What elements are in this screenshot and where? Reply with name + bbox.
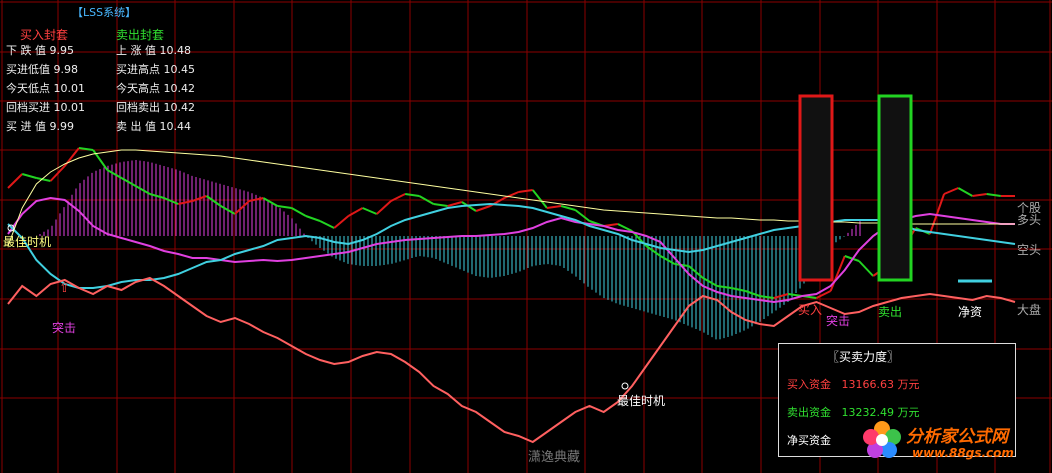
stock-line-segment bbox=[717, 285, 732, 289]
stock-line-segment bbox=[731, 287, 746, 292]
sell-envelope-item: 买进高点 10.45 bbox=[116, 63, 195, 76]
buy-funds-label: 买入资金 bbox=[787, 378, 831, 391]
buy-signal-box bbox=[798, 94, 834, 282]
sell-envelope-item: 上 涨 值 10.48 bbox=[116, 44, 191, 57]
breakout-left-label: 突击 bbox=[52, 320, 76, 335]
stock-line-segment bbox=[376, 200, 392, 215]
stock-line-segment bbox=[205, 195, 222, 207]
stock-line-segment bbox=[234, 200, 250, 215]
panel-row: 回档买进 10.01 回档卖出 10.42 bbox=[6, 99, 195, 118]
sell-envelope-item: 回档卖出 10.42 bbox=[116, 101, 195, 114]
best-time-left-label: 最佳时机 bbox=[3, 235, 51, 249]
buy-in-label: 买入 bbox=[798, 303, 822, 317]
up-arrow-icon: ⇧ bbox=[59, 281, 70, 296]
stock-line-segment bbox=[7, 173, 23, 189]
buy-funds-value: 13166.63 bbox=[841, 378, 895, 391]
stock-line-segment bbox=[262, 197, 278, 207]
buy-envelope-item: 买进低值 9.98 bbox=[6, 63, 78, 76]
stock-line-segment bbox=[957, 187, 973, 197]
best-time-mid-label: 最佳时机 bbox=[617, 394, 665, 408]
stock-line-segment bbox=[21, 173, 37, 179]
stock-line-segment bbox=[531, 189, 548, 209]
sell-funds-label: 卖出资金 bbox=[787, 406, 831, 419]
stock-line-segment bbox=[277, 205, 292, 209]
panel-title: 【LSS系统】 bbox=[72, 6, 137, 19]
buy-funds-row: 买入资金 13166.63 万元 bbox=[787, 376, 920, 392]
stock-line-segment bbox=[986, 193, 1001, 197]
stock-line-segment bbox=[858, 260, 874, 277]
stock-line-segment bbox=[943, 187, 959, 195]
trend-line bbox=[7, 149, 1015, 247]
best-time-marker bbox=[621, 382, 629, 390]
buy-funds-unit: 万元 bbox=[897, 378, 920, 391]
buy-envelope-item: 今天低点 10.01 bbox=[6, 82, 85, 95]
buy-envelope-item: 下 跌 值 9.95 bbox=[6, 44, 74, 57]
stock-line-segment bbox=[305, 215, 321, 222]
sell-signal-box bbox=[877, 94, 913, 282]
watermark: 潇逸典藏 bbox=[528, 450, 581, 465]
stock-line-segment bbox=[433, 203, 448, 207]
net-funds-label: 净买资金 bbox=[787, 434, 831, 447]
stock-line-segment bbox=[574, 209, 591, 222]
sell-envelope-item: 今天高点 10.42 bbox=[116, 82, 195, 95]
stock-line-segment bbox=[291, 207, 307, 217]
buy-envelope-item: 回档买进 10.01 bbox=[6, 101, 85, 114]
logo-url: www.88gs.com bbox=[912, 446, 1014, 460]
stock-line-segment bbox=[702, 277, 718, 287]
buy-envelope-item: 买 进 值 9.99 bbox=[6, 120, 74, 133]
info-title: 〖买卖力度〗 bbox=[827, 350, 900, 364]
net-invest-label: 净资 bbox=[958, 305, 982, 319]
sell-envelope-item: 卖 出 值 10.44 bbox=[116, 120, 191, 133]
stock-line-segment bbox=[333, 215, 350, 229]
short-right-label: 空头 bbox=[1017, 243, 1041, 257]
stock-line-segment bbox=[560, 205, 576, 211]
stock-line-segment bbox=[362, 207, 378, 215]
panel-row: 买 进 值 9.99 卖 出 值 10.44 bbox=[6, 118, 191, 137]
sell-out-label: 卖出 bbox=[878, 305, 902, 319]
breakout-right-label: 突击 bbox=[826, 313, 850, 328]
stock-line-segment bbox=[518, 189, 533, 193]
panel-row: 买进低值 9.98 买进高点 10.45 bbox=[6, 61, 195, 80]
stock-line-segment bbox=[475, 205, 491, 212]
market-right-label: 大盘 bbox=[1017, 302, 1041, 317]
flower-icon bbox=[863, 421, 901, 458]
panel-row: 下 跌 值 9.95 上 涨 值 10.48 bbox=[6, 42, 191, 61]
site-logo: 分析家公式网 www.88gs.com bbox=[862, 418, 1050, 470]
stock-line-segment bbox=[319, 220, 335, 229]
panel-row: 今天低点 10.01 今天高点 10.42 bbox=[6, 80, 195, 99]
stock-line-segment bbox=[546, 205, 562, 209]
long-right-label: 多头 bbox=[1017, 213, 1041, 227]
logo-name: 分析家公式网 bbox=[906, 427, 1008, 447]
stock-line-segment bbox=[404, 193, 420, 197]
stock-line-segment bbox=[972, 193, 987, 197]
net-funds-row: 净买资金 bbox=[787, 432, 831, 448]
stock-line-segment bbox=[106, 169, 122, 179]
